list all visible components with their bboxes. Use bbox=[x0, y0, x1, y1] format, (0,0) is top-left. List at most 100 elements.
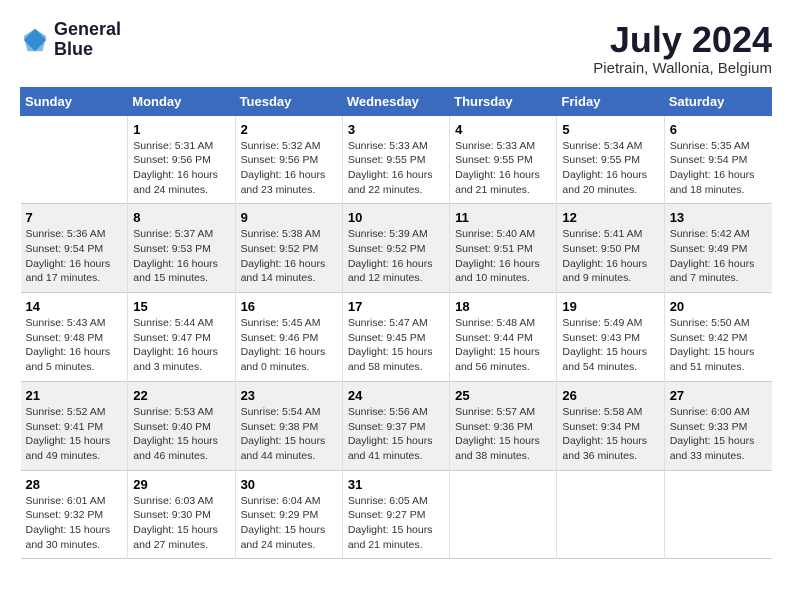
weekday-header-row: SundayMondayTuesdayWednesdayThursdayFrid… bbox=[21, 87, 772, 115]
day-number: 12 bbox=[562, 210, 658, 225]
day-info: Sunrise: 5:37 AM Sunset: 9:53 PM Dayligh… bbox=[133, 227, 229, 286]
day-number: 23 bbox=[241, 388, 337, 403]
day-number: 7 bbox=[26, 210, 123, 225]
day-number: 5 bbox=[562, 122, 658, 137]
day-number: 29 bbox=[133, 477, 229, 492]
day-info: Sunrise: 6:01 AM Sunset: 9:32 PM Dayligh… bbox=[26, 494, 123, 553]
day-number: 21 bbox=[26, 388, 123, 403]
logo-line1: General bbox=[54, 20, 121, 40]
calendar-cell: 8Sunrise: 5:37 AM Sunset: 9:53 PM Daylig… bbox=[128, 204, 235, 293]
calendar-cell: 21 Sunrise: 5:52 AM Sunset: 9:41 PM Dayli… bbox=[21, 381, 128, 470]
day-number: 28 bbox=[26, 477, 123, 492]
day-number: 25 bbox=[455, 388, 551, 403]
day-info: Sunrise: 5:40 AM Sunset: 9:51 PM Dayligh… bbox=[455, 227, 551, 286]
day-info: Sunrise: 6:04 AM Sunset: 9:29 PM Dayligh… bbox=[241, 494, 337, 553]
day-number: 24 bbox=[348, 388, 444, 403]
day-number: 1 bbox=[133, 122, 229, 137]
calendar-cell: 5 Sunrise: 5:34 AM Sunset: 9:55 PM Daylig… bbox=[557, 115, 664, 204]
weekday-header: Monday bbox=[128, 87, 235, 115]
day-info: Sunrise: 5:45 AM Sunset: 9:46 PM Dayligh… bbox=[241, 316, 337, 375]
day-info: Sunrise: 5:50 AM Sunset: 9:42 PM Dayligh… bbox=[670, 316, 767, 375]
logo: General Blue bbox=[20, 20, 121, 60]
calendar-cell: 19Sunrise: 5:49 AM Sunset: 9:43 PM Dayli… bbox=[557, 293, 664, 382]
day-info: Sunrise: 5:36 AM Sunset: 9:54 PM Dayligh… bbox=[26, 227, 123, 286]
calendar-cell: 16 Sunrise: 5:45 AM Sunset: 9:46 PM Dayli… bbox=[235, 293, 342, 382]
page-header: General Blue July 2024 Pietrain, Walloni… bbox=[20, 20, 772, 77]
day-info: Sunrise: 5:34 AM Sunset: 9:55 PM Dayligh… bbox=[562, 139, 658, 198]
calendar-cell: 24 Sunrise: 5:56 AM Sunset: 9:37 PM Dayli… bbox=[342, 381, 449, 470]
day-info: Sunrise: 5:31 AM Sunset: 9:56 PM Dayligh… bbox=[133, 139, 229, 198]
day-number: 26 bbox=[562, 388, 658, 403]
calendar-cell bbox=[557, 470, 664, 559]
day-info: Sunrise: 6:00 AM Sunset: 9:33 PM Dayligh… bbox=[670, 405, 767, 464]
day-info: Sunrise: 5:44 AM Sunset: 9:47 PM Dayligh… bbox=[133, 316, 229, 375]
day-info: Sunrise: 5:58 AM Sunset: 9:34 PM Dayligh… bbox=[562, 405, 658, 464]
calendar-cell: 31 Sunrise: 6:05 AM Sunset: 9:27 PM Dayli… bbox=[342, 470, 449, 559]
day-info: Sunrise: 5:53 AM Sunset: 9:40 PM Dayligh… bbox=[133, 405, 229, 464]
day-info: Sunrise: 5:52 AM Sunset: 9:41 PM Dayligh… bbox=[26, 405, 123, 464]
calendar-cell: 4Sunrise: 5:33 AM Sunset: 9:55 PM Daylig… bbox=[450, 115, 557, 204]
calendar-cell: 1 Sunrise: 5:31 AM Sunset: 9:56 PM Daylig… bbox=[128, 115, 235, 204]
day-info: Sunrise: 5:54 AM Sunset: 9:38 PM Dayligh… bbox=[241, 405, 337, 464]
day-info: Sunrise: 5:35 AM Sunset: 9:54 PM Dayligh… bbox=[670, 139, 767, 198]
day-number: 31 bbox=[348, 477, 444, 492]
calendar-cell bbox=[21, 115, 128, 204]
calendar-week-row: 14 Sunrise: 5:43 AM Sunset: 9:48 PM Dayli… bbox=[21, 293, 772, 382]
day-number: 14 bbox=[26, 299, 123, 314]
calendar-cell: 23 Sunrise: 5:54 AM Sunset: 9:38 PM Dayli… bbox=[235, 381, 342, 470]
calendar-cell: 7 Sunrise: 5:36 AM Sunset: 9:54 PM Daylig… bbox=[21, 204, 128, 293]
day-info: Sunrise: 6:03 AM Sunset: 9:30 PM Dayligh… bbox=[133, 494, 229, 553]
calendar-cell: 28 Sunrise: 6:01 AM Sunset: 9:32 PM Dayli… bbox=[21, 470, 128, 559]
weekday-header: Thursday bbox=[450, 87, 557, 115]
day-number: 9 bbox=[241, 210, 337, 225]
weekday-header: Sunday bbox=[21, 87, 128, 115]
calendar-cell: 12 Sunrise: 5:41 AM Sunset: 9:50 PM Dayli… bbox=[557, 204, 664, 293]
day-number: 16 bbox=[241, 299, 337, 314]
weekday-header: Wednesday bbox=[342, 87, 449, 115]
day-info: Sunrise: 5:39 AM Sunset: 9:52 PM Dayligh… bbox=[348, 227, 444, 286]
title-block: July 2024 Pietrain, Wallonia, Belgium bbox=[593, 20, 772, 77]
calendar-week-row: 1 Sunrise: 5:31 AM Sunset: 9:56 PM Daylig… bbox=[21, 115, 772, 204]
calendar-cell: 6 Sunrise: 5:35 AM Sunset: 9:54 PM Daylig… bbox=[664, 115, 771, 204]
month-title: July 2024 bbox=[593, 20, 772, 60]
day-number: 30 bbox=[241, 477, 337, 492]
day-number: 20 bbox=[670, 299, 767, 314]
calendar-cell bbox=[664, 470, 771, 559]
day-info: Sunrise: 5:33 AM Sunset: 9:55 PM Dayligh… bbox=[455, 139, 551, 198]
calendar-cell: 9Sunrise: 5:38 AM Sunset: 9:52 PM Daylig… bbox=[235, 204, 342, 293]
calendar-cell: 13 Sunrise: 5:42 AM Sunset: 9:49 PM Dayli… bbox=[664, 204, 771, 293]
day-info: Sunrise: 5:43 AM Sunset: 9:48 PM Dayligh… bbox=[26, 316, 123, 375]
day-info: Sunrise: 5:42 AM Sunset: 9:49 PM Dayligh… bbox=[670, 227, 767, 286]
day-number: 3 bbox=[348, 122, 444, 137]
day-number: 27 bbox=[670, 388, 767, 403]
calendar-cell: 20 Sunrise: 5:50 AM Sunset: 9:42 PM Dayli… bbox=[664, 293, 771, 382]
day-info: Sunrise: 5:56 AM Sunset: 9:37 PM Dayligh… bbox=[348, 405, 444, 464]
day-number: 18 bbox=[455, 299, 551, 314]
day-number: 17 bbox=[348, 299, 444, 314]
logo-icon bbox=[20, 25, 50, 55]
weekday-header: Friday bbox=[557, 87, 664, 115]
calendar-cell: 3 Sunrise: 5:33 AM Sunset: 9:55 PM Daylig… bbox=[342, 115, 449, 204]
calendar-week-row: 28 Sunrise: 6:01 AM Sunset: 9:32 PM Dayli… bbox=[21, 470, 772, 559]
calendar-week-row: 7 Sunrise: 5:36 AM Sunset: 9:54 PM Daylig… bbox=[21, 204, 772, 293]
calendar-cell: 10 Sunrise: 5:39 AM Sunset: 9:52 PM Dayli… bbox=[342, 204, 449, 293]
logo-text: General Blue bbox=[54, 20, 121, 60]
calendar-cell: 30 Sunrise: 6:04 AM Sunset: 9:29 PM Dayli… bbox=[235, 470, 342, 559]
day-info: Sunrise: 5:41 AM Sunset: 9:50 PM Dayligh… bbox=[562, 227, 658, 286]
weekday-header: Saturday bbox=[664, 87, 771, 115]
calendar-cell: 26 Sunrise: 5:58 AM Sunset: 9:34 PM Dayli… bbox=[557, 381, 664, 470]
weekday-header: Tuesday bbox=[235, 87, 342, 115]
day-info: Sunrise: 5:33 AM Sunset: 9:55 PM Dayligh… bbox=[348, 139, 444, 198]
day-info: Sunrise: 5:32 AM Sunset: 9:56 PM Dayligh… bbox=[241, 139, 337, 198]
day-number: 6 bbox=[670, 122, 767, 137]
day-number: 10 bbox=[348, 210, 444, 225]
calendar-cell: 11Sunrise: 5:40 AM Sunset: 9:51 PM Dayli… bbox=[450, 204, 557, 293]
calendar-cell: 22Sunrise: 5:53 AM Sunset: 9:40 PM Dayli… bbox=[128, 381, 235, 470]
calendar-cell: 25 Sunrise: 5:57 AM Sunset: 9:36 PM Dayli… bbox=[450, 381, 557, 470]
day-info: Sunrise: 5:57 AM Sunset: 9:36 PM Dayligh… bbox=[455, 405, 551, 464]
day-info: Sunrise: 6:05 AM Sunset: 9:27 PM Dayligh… bbox=[348, 494, 444, 553]
day-info: Sunrise: 5:47 AM Sunset: 9:45 PM Dayligh… bbox=[348, 316, 444, 375]
calendar-cell: 14 Sunrise: 5:43 AM Sunset: 9:48 PM Dayli… bbox=[21, 293, 128, 382]
day-number: 13 bbox=[670, 210, 767, 225]
day-info: Sunrise: 5:49 AM Sunset: 9:43 PM Dayligh… bbox=[562, 316, 658, 375]
